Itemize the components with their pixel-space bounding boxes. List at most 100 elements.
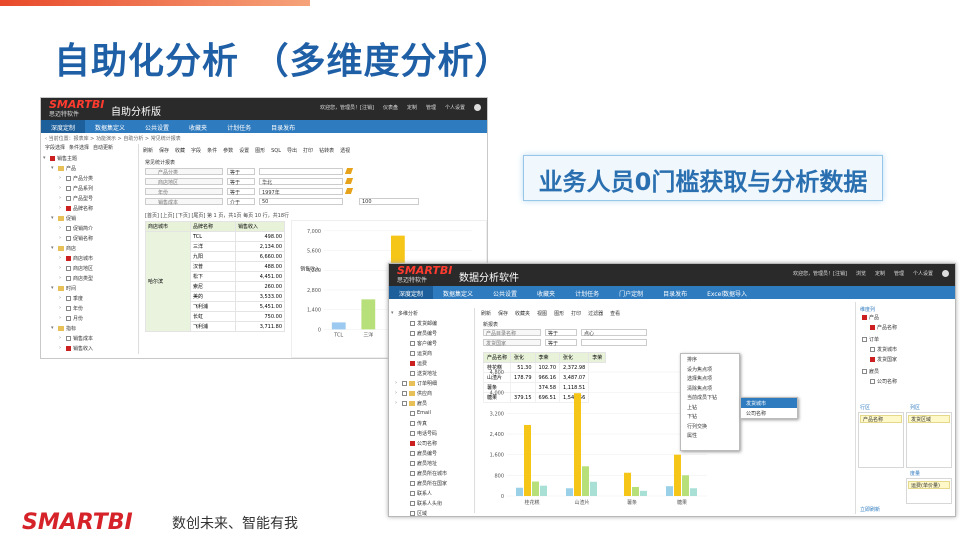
toolbar-button[interactable]: 参数 [223,147,233,154]
table-header[interactable]: 李荣 [534,352,561,363]
field-select-tab[interactable]: 字段选择 [45,144,65,153]
expand-arrow-icon[interactable]: ▾ [51,215,56,221]
welcome-text[interactable]: 欢迎您，管理员！[注销] [793,270,847,277]
nav-tab[interactable]: 公共设置 [135,120,179,133]
expand-arrow-icon[interactable]: › [59,195,64,201]
tree-checkbox[interactable] [402,390,407,396]
tree-node[interactable]: 运货商 [391,348,474,358]
toolbar-button[interactable]: 刷新 [481,310,491,317]
tree-node[interactable]: 雇员编号 [391,328,474,338]
toolbar-button[interactable]: 查看 [610,310,620,317]
dimension-node[interactable]: 订单 [862,336,879,343]
tree-checkbox[interactable] [410,450,415,456]
revenue-cell[interactable]: 3,711.80 [234,321,286,332]
filter-operator[interactable]: 等于 [545,339,577,347]
tree-node[interactable]: › 商店城市 [43,253,138,263]
nav-tab[interactable]: 计划任务 [217,120,261,133]
tree-node[interactable]: 公司名称 [391,438,474,448]
toolbar-button[interactable]: 收藏 [175,147,185,154]
filter-operator[interactable]: 等于 [545,329,577,337]
dimension-checkbox[interactable] [870,325,875,330]
nav-tab[interactable]: 数据集定义 [433,286,483,299]
tree-node[interactable]: › 雇员 [391,398,474,408]
revenue-cell[interactable]: 3,533.00 [234,291,286,302]
tree-checkbox[interactable] [50,155,55,161]
tree-checkbox[interactable] [410,370,415,376]
nav-tab[interactable]: 门户定制 [609,286,653,299]
help-icon[interactable] [474,104,481,111]
brand-cell[interactable]: 索尼 [189,281,236,292]
tree-node[interactable]: 电话号码 [391,428,474,438]
tree-node[interactable]: 联系人 [391,488,474,498]
bar[interactable] [632,486,639,496]
brand-cell[interactable]: 九阳 [189,251,236,262]
tree-checkbox[interactable] [402,380,407,386]
manage-link[interactable]: 管理 [894,270,904,277]
nav-tab[interactable]: 深度定制 [41,120,86,133]
bar[interactable] [331,322,346,330]
dimension-checkbox[interactable] [870,347,875,352]
context-menu-item[interactable]: 选择焦点项 [681,373,739,383]
edit-pencil-icon[interactable] [344,178,354,184]
row-field-chip[interactable]: 产品名称 [860,415,902,423]
tree-checkbox[interactable] [410,500,415,506]
expand-arrow-icon[interactable]: › [395,380,400,386]
context-menu-item[interactable]: 下钻 [681,411,739,421]
tree-node[interactable]: › 产品分类 [43,173,138,183]
tree-checkbox[interactable] [66,265,71,271]
bar[interactable] [590,481,597,496]
measure-field-chip[interactable]: 运费(单价量) [908,481,950,489]
toolbar-button[interactable]: 打印 [571,310,581,317]
tree-node[interactable]: 联系人头衔 [391,498,474,508]
toolbar-button[interactable]: 导出 [287,147,297,154]
expand-arrow-icon[interactable]: › [395,400,400,406]
submenu-item[interactable]: 发货城市 [741,398,797,408]
tree-checkbox[interactable] [66,185,71,191]
filter-field[interactable]: 产品目录名称 [483,329,541,337]
filter-value[interactable]: 1997年 [259,188,343,196]
edit-pencil-icon[interactable] [344,168,354,174]
expand-arrow-icon[interactable]: › [59,315,64,321]
toolbar-button[interactable]: 打印 [303,147,313,154]
expand-arrow-icon[interactable]: ▾ [51,285,56,291]
expand-arrow-icon[interactable]: › [59,335,64,341]
tree-checkbox[interactable] [410,360,415,366]
toolbar-button[interactable]: 钻转表 [319,147,334,154]
expand-arrow-icon[interactable]: › [59,265,64,271]
tree-node[interactable]: › 年份 [43,303,138,313]
expand-arrow-icon[interactable]: › [59,205,64,211]
tree-checkbox[interactable] [410,480,415,486]
filter-field[interactable]: 年份 [145,188,223,196]
tree-node[interactable]: 客户编号 [391,338,474,348]
tree-node[interactable]: › 供应商 [391,388,474,398]
filter-value-2[interactable]: 100 [359,198,419,205]
filter-value[interactable]: 华北 [259,178,343,186]
edit-pencil-icon[interactable] [344,188,354,194]
expand-arrow-icon[interactable]: › [59,255,64,261]
column-field-chip[interactable]: 发货区域 [908,415,950,423]
tree-node[interactable]: ▾ 销售主题 [43,153,138,163]
tree-node[interactable]: › 商店类型 [43,273,138,283]
filter-operator[interactable]: 等于 [227,168,255,176]
table-header[interactable]: 张化 [559,352,590,363]
filter-field[interactable]: 产品分类 [145,168,223,176]
tree-checkbox[interactable] [410,430,415,436]
dimension-checkbox[interactable] [870,357,875,362]
help-icon[interactable] [942,270,949,277]
dimension-node[interactable]: 公司名称 [870,378,897,385]
context-menu-item[interactable]: 行列交换 [681,421,739,431]
tree-node[interactable]: ▾ 促销 [43,213,138,223]
tree-node[interactable]: ▾ 时间 [43,283,138,293]
expand-arrow-icon[interactable]: ▾ [51,165,56,171]
revenue-cell[interactable]: 4,451.00 [234,271,286,282]
bar[interactable] [574,393,581,496]
nav-tab[interactable]: 公共设置 [483,286,527,299]
expand-arrow-icon[interactable]: › [59,305,64,311]
nav-tab[interactable]: 深度定制 [389,286,434,299]
dimension-node[interactable]: 产品 [862,314,879,321]
dimension-node[interactable]: 发货国家 [870,356,897,363]
table-header[interactable]: 销售收入 [234,221,286,232]
expand-arrow-icon[interactable]: › [59,235,64,241]
bar[interactable] [532,481,539,496]
toolbar-button[interactable]: 图形 [554,310,564,317]
